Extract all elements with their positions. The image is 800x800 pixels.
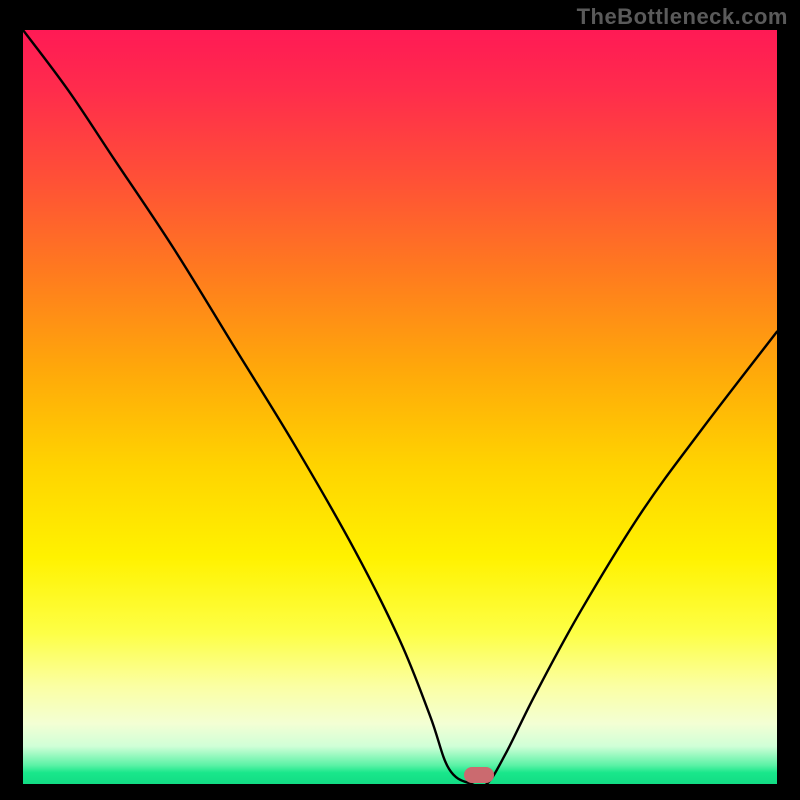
bottleneck-curve: [23, 30, 777, 784]
chart-frame: TheBottleneck.com: [0, 0, 800, 800]
plot-area: [23, 30, 777, 784]
watermark-text: TheBottleneck.com: [577, 4, 788, 30]
optimal-marker: [464, 767, 494, 783]
curve-path: [23, 30, 777, 784]
